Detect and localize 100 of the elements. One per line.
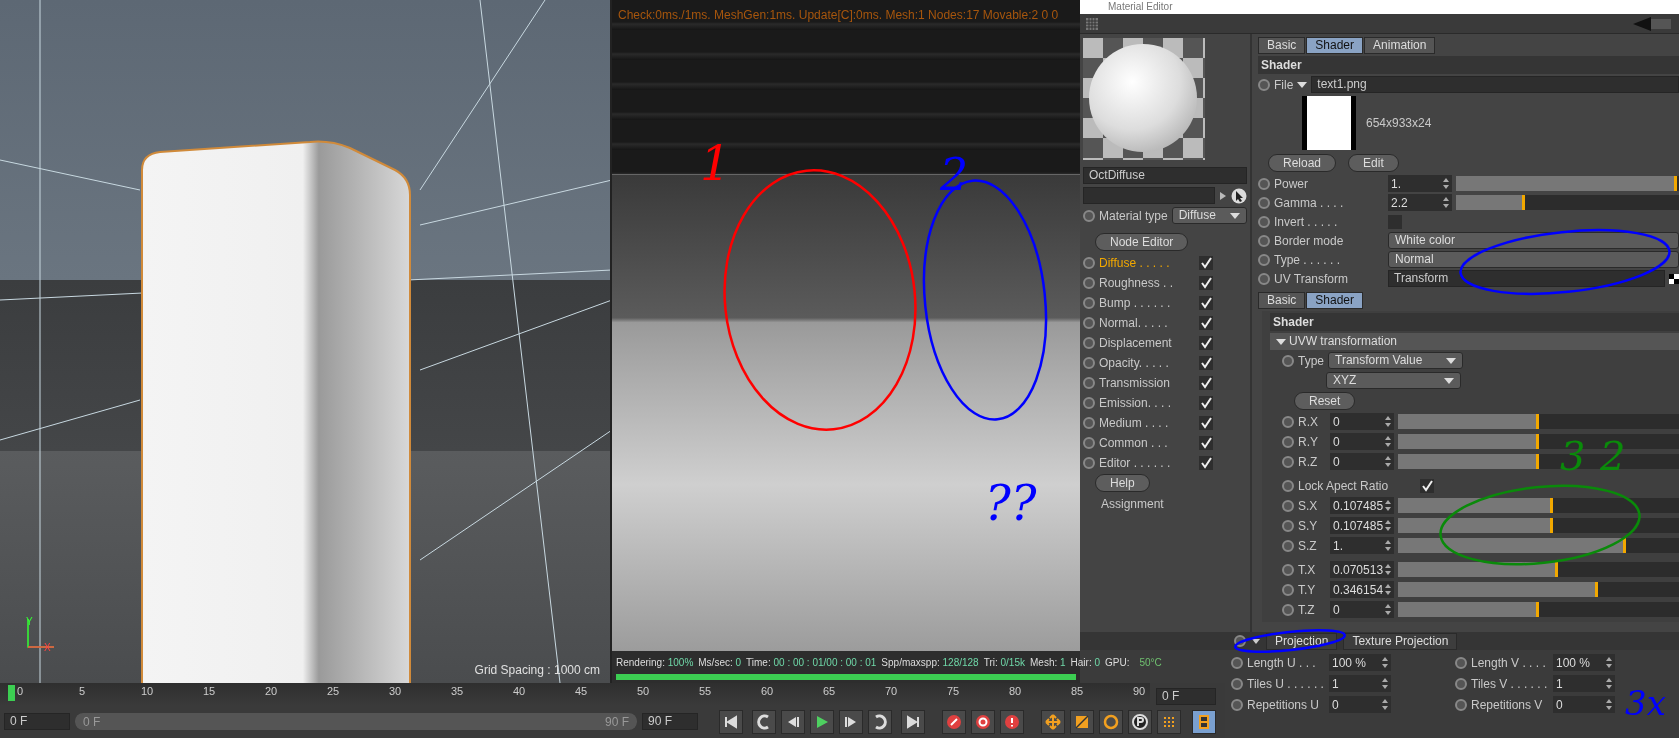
number-field[interactable]: 100 % [1329, 654, 1391, 671]
channel-item[interactable]: Transmission [1099, 373, 1195, 392]
end-frame-field[interactable]: 90 F [642, 713, 698, 730]
slider-track[interactable] [1398, 582, 1679, 597]
checkbox[interactable] [1199, 275, 1213, 290]
number-field[interactable]: 1 [1329, 675, 1391, 692]
keyframe-toggle[interactable] [1083, 316, 1095, 329]
keyframe-toggle[interactable] [1083, 456, 1095, 469]
material-name-field[interactable]: OctDiffuse [1083, 167, 1247, 184]
slider-track[interactable] [1398, 562, 1679, 577]
slider-track[interactable] [1398, 518, 1679, 533]
group-header[interactable]: UVW transformation [1270, 333, 1679, 350]
keyframe-toggle[interactable] [1258, 272, 1270, 285]
checkbox[interactable] [1199, 395, 1213, 410]
file-action-button[interactable]: Edit [1348, 154, 1399, 172]
playhead-marker[interactable] [8, 685, 15, 701]
keyframe-toggle[interactable] [1083, 276, 1095, 289]
dropdown[interactable]: Normal [1388, 251, 1679, 268]
checkbox[interactable] [1199, 315, 1213, 330]
help-button[interactable]: Help [1095, 474, 1150, 492]
keyframe-toggle[interactable] [1083, 396, 1095, 409]
tab[interactable]: Basic [1258, 37, 1306, 54]
dot-grid-button[interactable] [1157, 709, 1181, 734]
link-field[interactable] [1083, 187, 1215, 204]
file-action-button[interactable]: Reload [1268, 154, 1337, 172]
play-button[interactable] [810, 709, 834, 734]
start-frame-field[interactable]: 0 F [4, 713, 70, 730]
keyframe-toggle[interactable] [1455, 677, 1467, 690]
keyframe-toggle[interactable] [1258, 253, 1270, 266]
checkbox[interactable] [1199, 435, 1213, 450]
checkbox[interactable] [1199, 295, 1213, 310]
channel-item[interactable]: Bump . . . . . . [1099, 293, 1195, 312]
keyframe-toggle[interactable] [1083, 376, 1095, 389]
key-forward-button[interactable] [868, 709, 892, 734]
keyframe-toggle[interactable] [1455, 698, 1467, 711]
keyframe-toggle[interactable] [1083, 356, 1095, 369]
keyframe-toggle[interactable] [1455, 656, 1467, 669]
tab[interactable]: Texture Projection [1343, 632, 1458, 650]
current-frame-field[interactable]: 0 F [1156, 688, 1216, 705]
number-field[interactable]: 100 % [1553, 654, 1615, 671]
assignment-link[interactable]: Assignment [1101, 495, 1247, 513]
slider-track[interactable] [1398, 538, 1679, 553]
reset-button[interactable]: Reset [1294, 392, 1356, 410]
channel-item[interactable]: Medium . . . . [1099, 413, 1195, 432]
record-key-button[interactable] [942, 709, 966, 734]
channel-item[interactable]: Emission. . . . [1099, 393, 1195, 412]
number-field[interactable]: 0 [1330, 453, 1394, 470]
channel-item[interactable]: Diffuse . . . . . [1099, 253, 1195, 272]
slider-track[interactable] [1398, 498, 1679, 513]
dropdown[interactable]: XYZ [1326, 372, 1461, 389]
keyframe-toggle[interactable] [1282, 455, 1294, 468]
file-path-field[interactable]: text1.png [1311, 76, 1679, 93]
channel-item[interactable]: Roughness . . [1099, 273, 1195, 292]
step-back-button[interactable] [781, 709, 805, 734]
number-field[interactable]: 1 [1553, 675, 1615, 692]
number-field[interactable]: 1. [1330, 537, 1394, 554]
number-field[interactable]: 2.2 [1388, 194, 1452, 211]
number-field[interactable]: 0 [1329, 696, 1391, 713]
checkbox[interactable] [1199, 355, 1213, 370]
keyframe-toggle[interactable] [1258, 78, 1270, 91]
scale-button[interactable] [1070, 709, 1094, 734]
channel-item[interactable]: Normal. . . . . [1099, 313, 1195, 332]
channel-item[interactable]: Displacement [1099, 333, 1195, 352]
keyframe-toggle[interactable] [1231, 677, 1243, 690]
keyframe-toggle[interactable] [1282, 603, 1294, 616]
checkbox[interactable] [1199, 375, 1213, 390]
keyframe-selection-button[interactable] [1000, 709, 1024, 734]
dropdown[interactable]: White color [1388, 232, 1679, 249]
node-editor-button[interactable]: Node Editor [1095, 233, 1189, 251]
keyframe-toggle[interactable] [1282, 354, 1294, 367]
rotate-button[interactable] [1099, 709, 1123, 734]
keyframe-toggle[interactable] [1258, 177, 1270, 190]
checkbox[interactable] [1199, 455, 1213, 470]
keyframe-toggle[interactable] [1083, 436, 1095, 449]
tab[interactable]: Animation [1364, 37, 1436, 54]
slider-track[interactable] [1456, 195, 1679, 210]
key-back-button[interactable] [752, 709, 776, 734]
parameter-button[interactable] [1128, 709, 1152, 734]
skip-to-end-button[interactable] [901, 709, 925, 734]
number-field[interactable]: 0 [1330, 413, 1394, 430]
checkbox[interactable] [1199, 255, 1213, 270]
keyframe-toggle[interactable] [1083, 256, 1095, 269]
keyframe-toggle[interactable] [1231, 656, 1243, 669]
keyframe-toggle[interactable] [1231, 698, 1243, 711]
number-field[interactable]: 0.107485 [1330, 497, 1394, 514]
tab[interactable]: Basic [1258, 292, 1306, 309]
checkbox[interactable] [1199, 415, 1213, 430]
keyframe-toggle[interactable] [1083, 336, 1095, 349]
film-strip-button[interactable] [1192, 709, 1216, 734]
keyframe-toggle[interactable] [1282, 539, 1294, 552]
channel-item[interactable]: Opacity. . . . . [1099, 353, 1195, 372]
keyframe-toggle[interactable] [1282, 415, 1294, 428]
shader-link-field[interactable]: Transform [1388, 270, 1665, 287]
dropdown[interactable]: Transform Value [1328, 352, 1463, 369]
number-field[interactable]: 0 [1330, 433, 1394, 450]
number-field[interactable]: 0 [1553, 696, 1615, 713]
keyframe-toggle[interactable] [1083, 416, 1095, 429]
keyframe-toggle[interactable] [1282, 499, 1294, 512]
keyframe-toggle[interactable] [1083, 209, 1095, 222]
autokey-button[interactable] [971, 709, 995, 734]
